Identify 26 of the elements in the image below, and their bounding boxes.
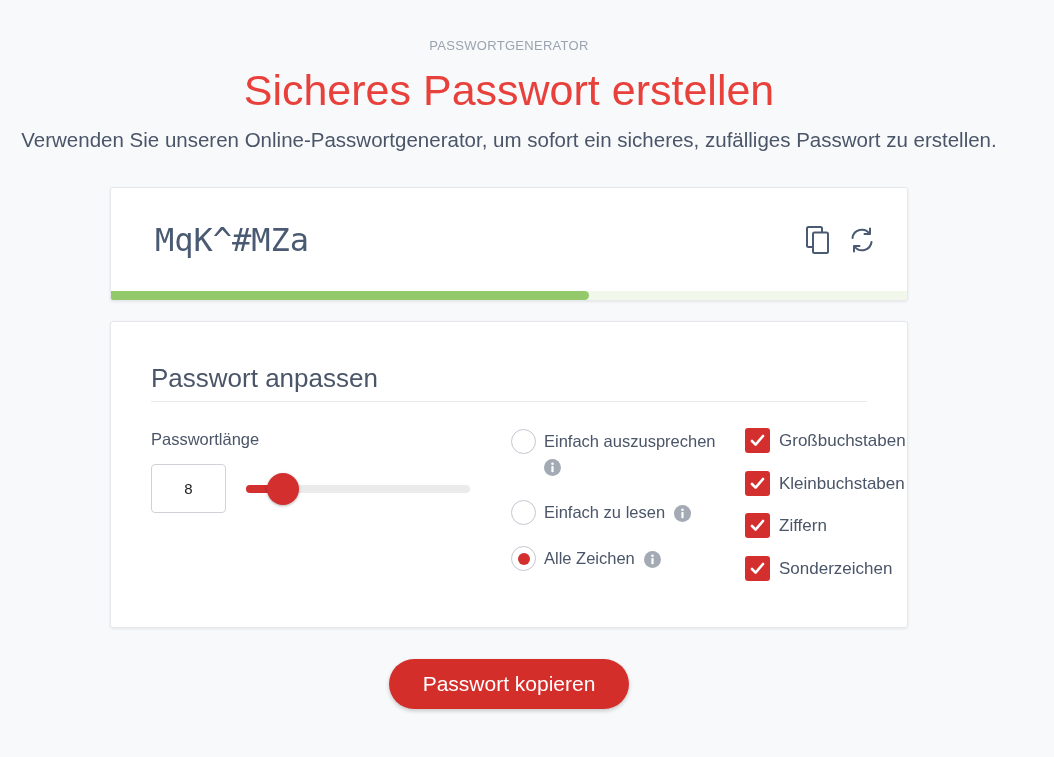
password-text: MqK^#MZa — [155, 220, 310, 259]
length-input[interactable]: 8 — [151, 464, 226, 513]
radio-label[interactable]: Einfach zu lesen — [544, 503, 666, 521]
checkbox-label[interactable]: Sonderzeichen — [779, 555, 893, 581]
length-label: Passwortlänge — [151, 429, 261, 449]
checkbox[interactable] — [745, 428, 770, 453]
eyebrow-label: PASSWORTGENERATOR — [429, 38, 589, 54]
radio-label[interactable]: Alle Zeichen — [544, 549, 635, 567]
copy-icon — [806, 225, 830, 254]
copy-button[interactable] — [806, 225, 830, 254]
refresh-icon — [849, 226, 875, 253]
radio-button[interactable] — [511, 546, 536, 571]
checkbox[interactable] — [745, 555, 770, 581]
checkbox-label[interactable]: Großbuchstaben — [779, 428, 906, 453]
checkbox[interactable] — [745, 513, 770, 538]
refresh-button[interactable] — [849, 226, 875, 253]
radio-button[interactable] — [511, 429, 536, 454]
page-title: Sicheres Passwort erstellen — [243, 66, 775, 114]
radio-label[interactable]: Einfach auszusprechen — [544, 432, 716, 450]
checkbox-label[interactable]: Kleinbuchstaben — [779, 470, 905, 496]
copy-password-button[interactable]: Passwort kopieren — [389, 659, 629, 709]
checkbox-label[interactable]: Ziffern — [779, 513, 827, 538]
checkbox[interactable] — [745, 470, 770, 496]
radio-button[interactable] — [511, 500, 536, 525]
settings-title: Passwort anpassen — [151, 362, 379, 395]
page-subtitle: Verwenden Sie unseren Online-Passwortgenerator, um sofort ein sicheres, zufälliges Passwort zu erstellen. — [21, 127, 997, 153]
